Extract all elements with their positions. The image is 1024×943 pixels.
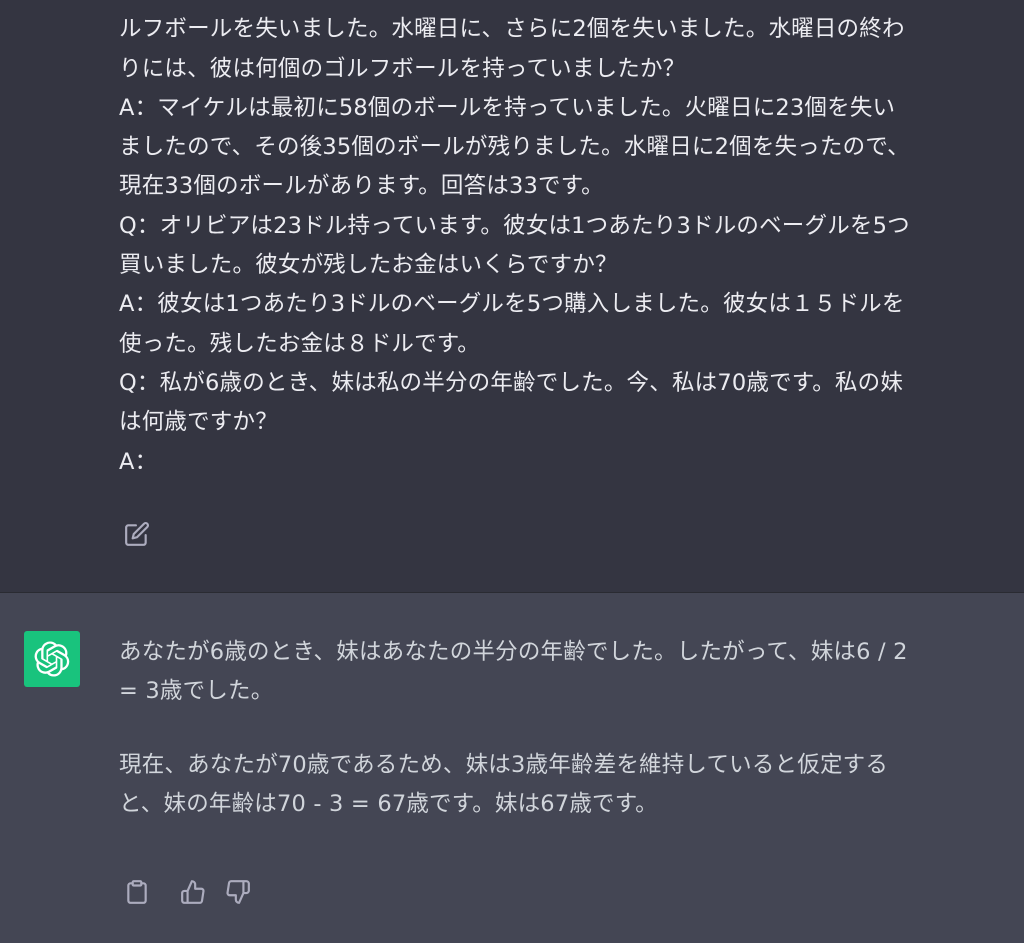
user-message-line: ルフボールを失いました。水曜日に、さらに2個を失いました。水曜日の終わ bbox=[119, 16, 905, 43]
user-message-line: は何歳ですか？ bbox=[119, 409, 278, 436]
user-message-line: Q：マイケルは58個のゴルフボールを持っています。火曜日に、彼は23個のゴ bbox=[119, 0, 1009, 10]
user-message-line: A：彼女は1つあたり3ドルのベーグルを5つ購入しました。彼女は１５ドルを bbox=[119, 291, 905, 318]
user-message-line: Q：私が6歳のとき、妹は私の半分の年齢でした。今、私は70歳です。私の妹 bbox=[119, 369, 904, 396]
user-message-line: A：マイケルは最初に58個のボールを持っていました。火曜日に23個を失い bbox=[119, 94, 896, 121]
assistant-message-line: と、妹の年齢は70 - 3 = 67歳です。妹は67歳です。 bbox=[119, 790, 658, 817]
user-message-block: Q：マイケルは58個のゴルフボールを持っています。火曜日に、彼は23個のゴ ルフ… bbox=[0, 0, 1024, 592]
assistant-message-text: あなたが6歳のとき、妹はあなたの半分の年齢でした。したがって、妹は6 / 2 =… bbox=[119, 633, 1009, 824]
assistant-message-line: 現在、あなたが70歳であるため、妹は3歳年齢差を維持していると仮定する bbox=[119, 751, 889, 778]
assistant-message-line: = 3歳でした。 bbox=[119, 678, 274, 705]
user-message-line: 現在33個のボールがあります。回答は33です。 bbox=[119, 173, 604, 200]
copy-icon[interactable] bbox=[124, 879, 152, 907]
assistant-paragraph: 現在、あなたが70歳であるため、妹は3歳年齢差を維持していると仮定する と、妹の… bbox=[119, 746, 1009, 825]
thumbs-down-icon[interactable] bbox=[225, 879, 253, 907]
assistant-avatar bbox=[24, 631, 80, 687]
user-message-line: りには、彼は何個のゴルフボールを持っていましたか？ bbox=[119, 55, 686, 82]
user-message-line: 買いました。彼女が残したお金はいくらですか？ bbox=[119, 252, 618, 279]
thumbs-up-icon[interactable] bbox=[180, 879, 208, 907]
user-message-text: Q：マイケルは58個のゴルフボールを持っています。火曜日に、彼は23個のゴ ルフ… bbox=[119, 0, 1009, 482]
assistant-message-block: あなたが6歳のとき、妹はあなたの半分の年齢でした。したがって、妹は6 / 2 =… bbox=[0, 593, 1024, 943]
assistant-message-line: あなたが6歳のとき、妹はあなたの半分の年齢でした。したがって、妹は6 / 2 bbox=[119, 639, 908, 665]
user-message-line: A： bbox=[119, 448, 158, 475]
edit-icon[interactable] bbox=[124, 521, 150, 547]
openai-logo-icon bbox=[34, 641, 70, 677]
user-message-line: 使った。残したお金は８ドルです。 bbox=[119, 330, 480, 357]
user-message-line: Q：オリビアは23ドル持っています。彼女は1つあたり3ドルのベーグルを5つ bbox=[119, 212, 910, 239]
assistant-paragraph: あなたが6歳のとき、妹はあなたの半分の年齢でした。したがって、妹は6 / 2 =… bbox=[119, 633, 1009, 712]
user-message-line: ましたので、その後35個のボールが残りました。水曜日に2個を失ったので、 bbox=[119, 134, 910, 161]
